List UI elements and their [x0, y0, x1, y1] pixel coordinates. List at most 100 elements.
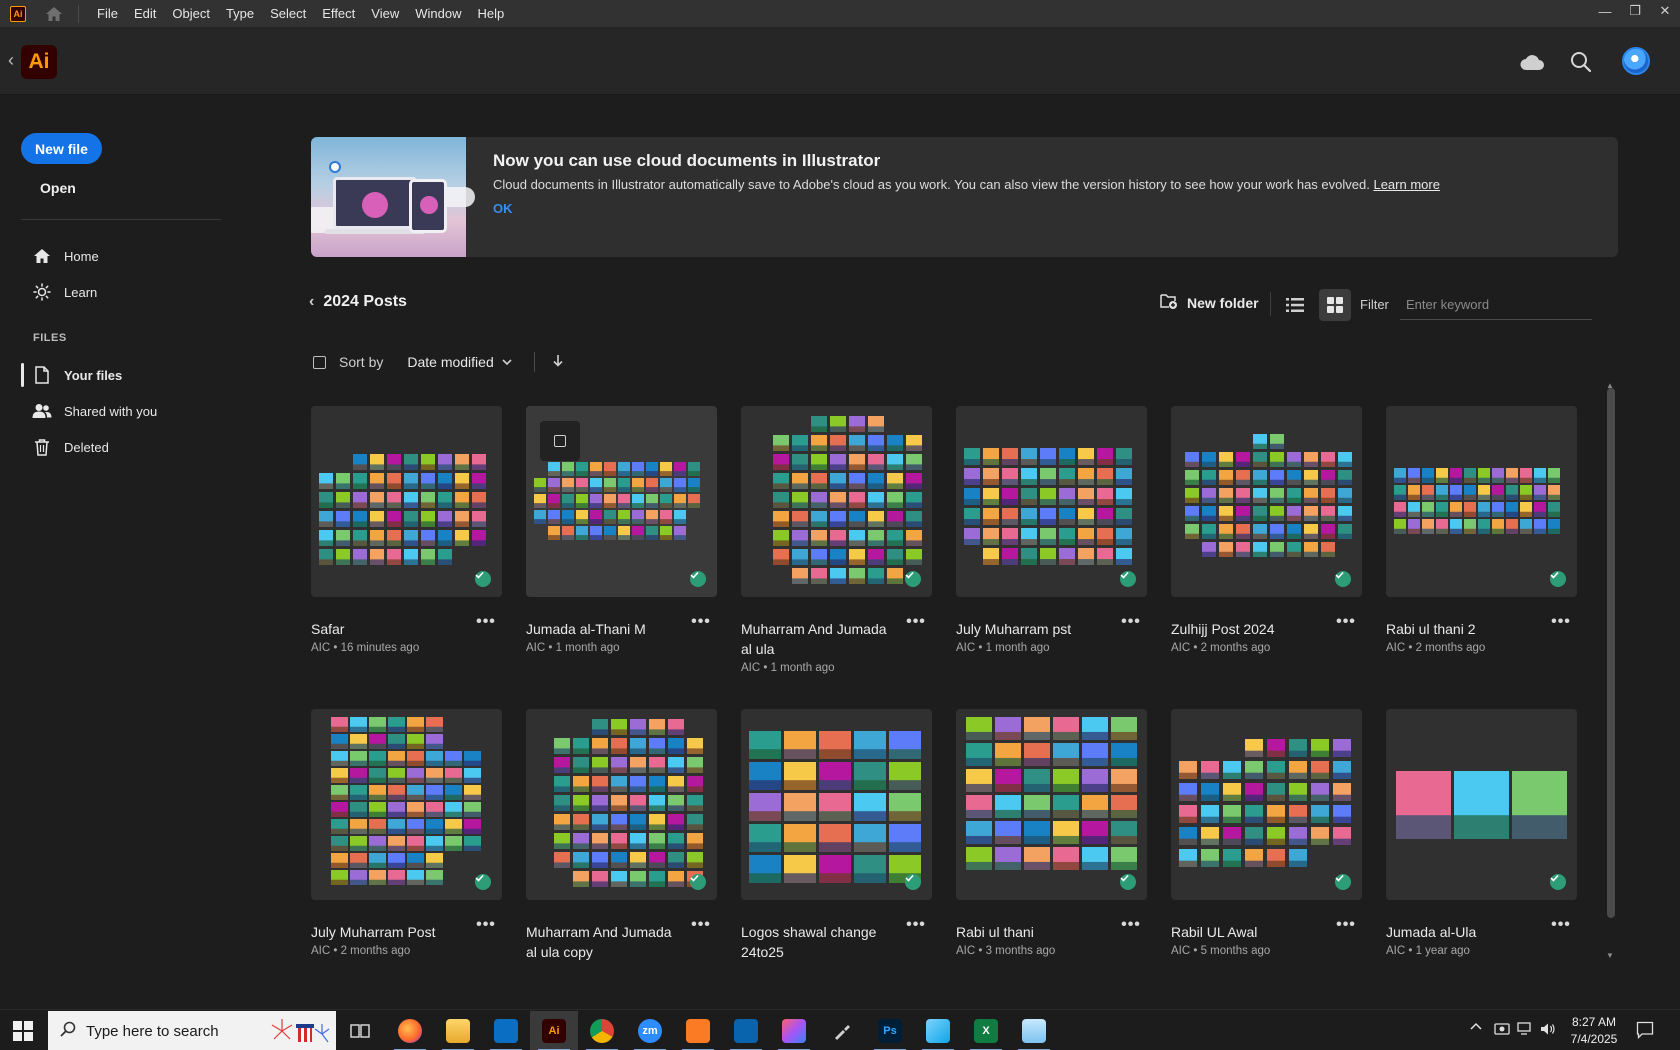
file-thumbnail[interactable] — [741, 709, 932, 900]
taskbar-app[interactable] — [914, 1011, 962, 1050]
more-options-icon[interactable]: ••• — [1336, 917, 1356, 933]
taskbar-app[interactable] — [674, 1011, 722, 1050]
system-clock[interactable]: 8:27 AM 7/4/2025 — [1566, 1014, 1622, 1048]
meet-now-icon[interactable] — [1494, 1022, 1510, 1036]
sort-direction-button[interactable] — [553, 354, 563, 370]
notification-icon[interactable] — [1636, 1021, 1654, 1044]
menu-effect[interactable]: Effect — [314, 6, 363, 21]
select-all-checkbox[interactable] — [313, 355, 326, 369]
scrollbar-thumb[interactable] — [1607, 388, 1615, 918]
menu-view[interactable]: View — [363, 6, 407, 21]
restore-icon[interactable]: ❐ — [1620, 0, 1650, 22]
artboard-tile-band — [592, 786, 608, 792]
taskbar-app[interactable] — [770, 1011, 818, 1050]
minimize-icon[interactable]: — — [1590, 0, 1620, 22]
file-card[interactable]: Muharram And Jumada al ula AIC • 1 month … — [741, 406, 932, 674]
more-options-icon[interactable]: ••• — [476, 614, 496, 630]
banner-ok-button[interactable]: OK — [493, 201, 513, 216]
taskbar-app[interactable] — [722, 1011, 770, 1050]
file-card[interactable]: Jumada al-Thani M AIC • 1 month ago ••• — [526, 406, 717, 654]
file-card[interactable]: Rabi ul thani 2 AIC • 2 months ago ••• — [1386, 406, 1577, 654]
taskbar-app[interactable] — [336, 1011, 384, 1050]
file-thumbnail[interactable] — [526, 406, 717, 597]
file-card[interactable]: Rabi ul thani AIC • 3 months ago ••• — [956, 709, 1147, 957]
sidebar-item-home[interactable]: Home — [21, 242, 221, 270]
taskbar-app[interactable]: Ai — [530, 1011, 578, 1050]
more-options-icon[interactable]: ••• — [1121, 614, 1141, 630]
sidebar-item-shared[interactable]: Shared with you — [21, 397, 221, 425]
avatar[interactable] — [1622, 47, 1650, 75]
file-card[interactable]: Rabil UL Awal AIC • 5 months ago ••• — [1171, 709, 1362, 957]
open-button[interactable]: Open — [40, 180, 76, 196]
menu-file[interactable]: File — [89, 6, 126, 21]
volume-icon[interactable] — [1540, 1022, 1556, 1036]
grid-view-button[interactable] — [1319, 289, 1351, 321]
network-icon[interactable] — [1517, 1022, 1533, 1036]
taskbar-app[interactable] — [386, 1011, 434, 1050]
menu-type[interactable]: Type — [218, 6, 262, 21]
menu-object[interactable]: Object — [164, 6, 218, 21]
new-folder-button[interactable]: New folder — [1160, 293, 1259, 312]
more-options-icon[interactable]: ••• — [1551, 917, 1571, 933]
artboard-tile-band — [350, 760, 367, 766]
taskbar-app[interactable] — [1010, 1011, 1058, 1050]
more-options-icon[interactable]: ••• — [691, 614, 711, 630]
file-thumbnail[interactable] — [956, 406, 1147, 597]
menu-window[interactable]: Window — [407, 6, 469, 21]
windows-start-icon[interactable] — [13, 1021, 33, 1041]
close-icon[interactable]: ✕ — [1650, 0, 1680, 22]
learn-more-link[interactable]: Learn more — [1373, 177, 1439, 192]
taskbar-app[interactable] — [482, 1011, 530, 1050]
taskbar-app[interactable] — [434, 1011, 482, 1050]
taskbar-app[interactable]: X — [962, 1011, 1010, 1050]
select-checkbox[interactable] — [540, 421, 580, 461]
sidebar-item-deleted[interactable]: Deleted — [21, 433, 221, 461]
file-card[interactable]: Safar AIC • 16 minutes ago ••• — [311, 406, 502, 654]
menu-help[interactable]: Help — [469, 6, 512, 21]
more-options-icon[interactable]: ••• — [476, 917, 496, 933]
artboard-tile-band — [983, 479, 999, 485]
sidebar-item-your-files[interactable]: Your files — [21, 361, 221, 389]
taskbar-app[interactable]: Ps — [866, 1011, 914, 1050]
file-thumbnail[interactable] — [526, 709, 717, 900]
sort-dropdown[interactable]: Date modified — [407, 354, 512, 370]
taskbar-app[interactable]: zm — [626, 1011, 674, 1050]
file-card[interactable]: July Muharram Post AIC • 2 months ago ••• — [311, 709, 502, 957]
menu-select[interactable]: Select — [262, 6, 314, 21]
scroll-down-icon[interactable]: ▼ — [1606, 951, 1614, 960]
file-thumbnail[interactable] — [1171, 406, 1362, 597]
file-card[interactable]: Muharram And Jumada al ula copy ••• — [526, 709, 717, 965]
file-thumbnail[interactable] — [741, 406, 932, 597]
taskbar-app[interactable] — [578, 1011, 626, 1050]
sidebar-item-learn[interactable]: Learn — [21, 278, 221, 306]
chevron-left-icon[interactable]: ‹ — [8, 50, 14, 71]
file-thumbnail[interactable] — [1386, 709, 1577, 900]
file-card[interactable]: Jumada al-Ula AIC • 1 year ago ••• — [1386, 709, 1577, 957]
list-view-button[interactable] — [1279, 289, 1311, 321]
cloud-icon[interactable] — [1518, 48, 1546, 76]
taskbar-app[interactable] — [818, 1011, 866, 1050]
chevron-left-icon[interactable]: ‹ — [309, 293, 314, 311]
search-icon[interactable] — [1567, 48, 1595, 76]
scroll-up-icon[interactable]: ▲ — [1606, 381, 1614, 390]
filter-keyword-input[interactable] — [1400, 290, 1592, 320]
more-options-icon[interactable]: ••• — [1551, 614, 1571, 630]
file-thumbnail[interactable] — [956, 709, 1147, 900]
more-options-icon[interactable]: ••• — [906, 917, 926, 933]
file-card[interactable]: Logos shawal change 24to25 ••• — [741, 709, 932, 965]
more-options-icon[interactable]: ••• — [906, 614, 926, 630]
menu-edit[interactable]: Edit — [126, 6, 164, 21]
more-options-icon[interactable]: ••• — [1336, 614, 1356, 630]
file-card[interactable]: July Muharram pst AIC • 1 month ago ••• — [956, 406, 1147, 654]
chevron-up-icon[interactable] — [1470, 1022, 1482, 1030]
new-file-button[interactable]: New file — [21, 133, 102, 164]
file-thumbnail[interactable] — [311, 709, 502, 900]
file-thumbnail[interactable] — [311, 406, 502, 597]
home-icon[interactable] — [44, 5, 64, 23]
more-options-icon[interactable]: ••• — [691, 917, 711, 933]
file-thumbnail[interactable] — [1171, 709, 1362, 900]
file-card[interactable]: Zulhijj Post 2024 AIC • 2 months ago ••• — [1171, 406, 1362, 654]
taskbar-search[interactable]: Type here to search — [48, 1011, 336, 1050]
file-thumbnail[interactable] — [1386, 406, 1577, 597]
more-options-icon[interactable]: ••• — [1121, 917, 1141, 933]
